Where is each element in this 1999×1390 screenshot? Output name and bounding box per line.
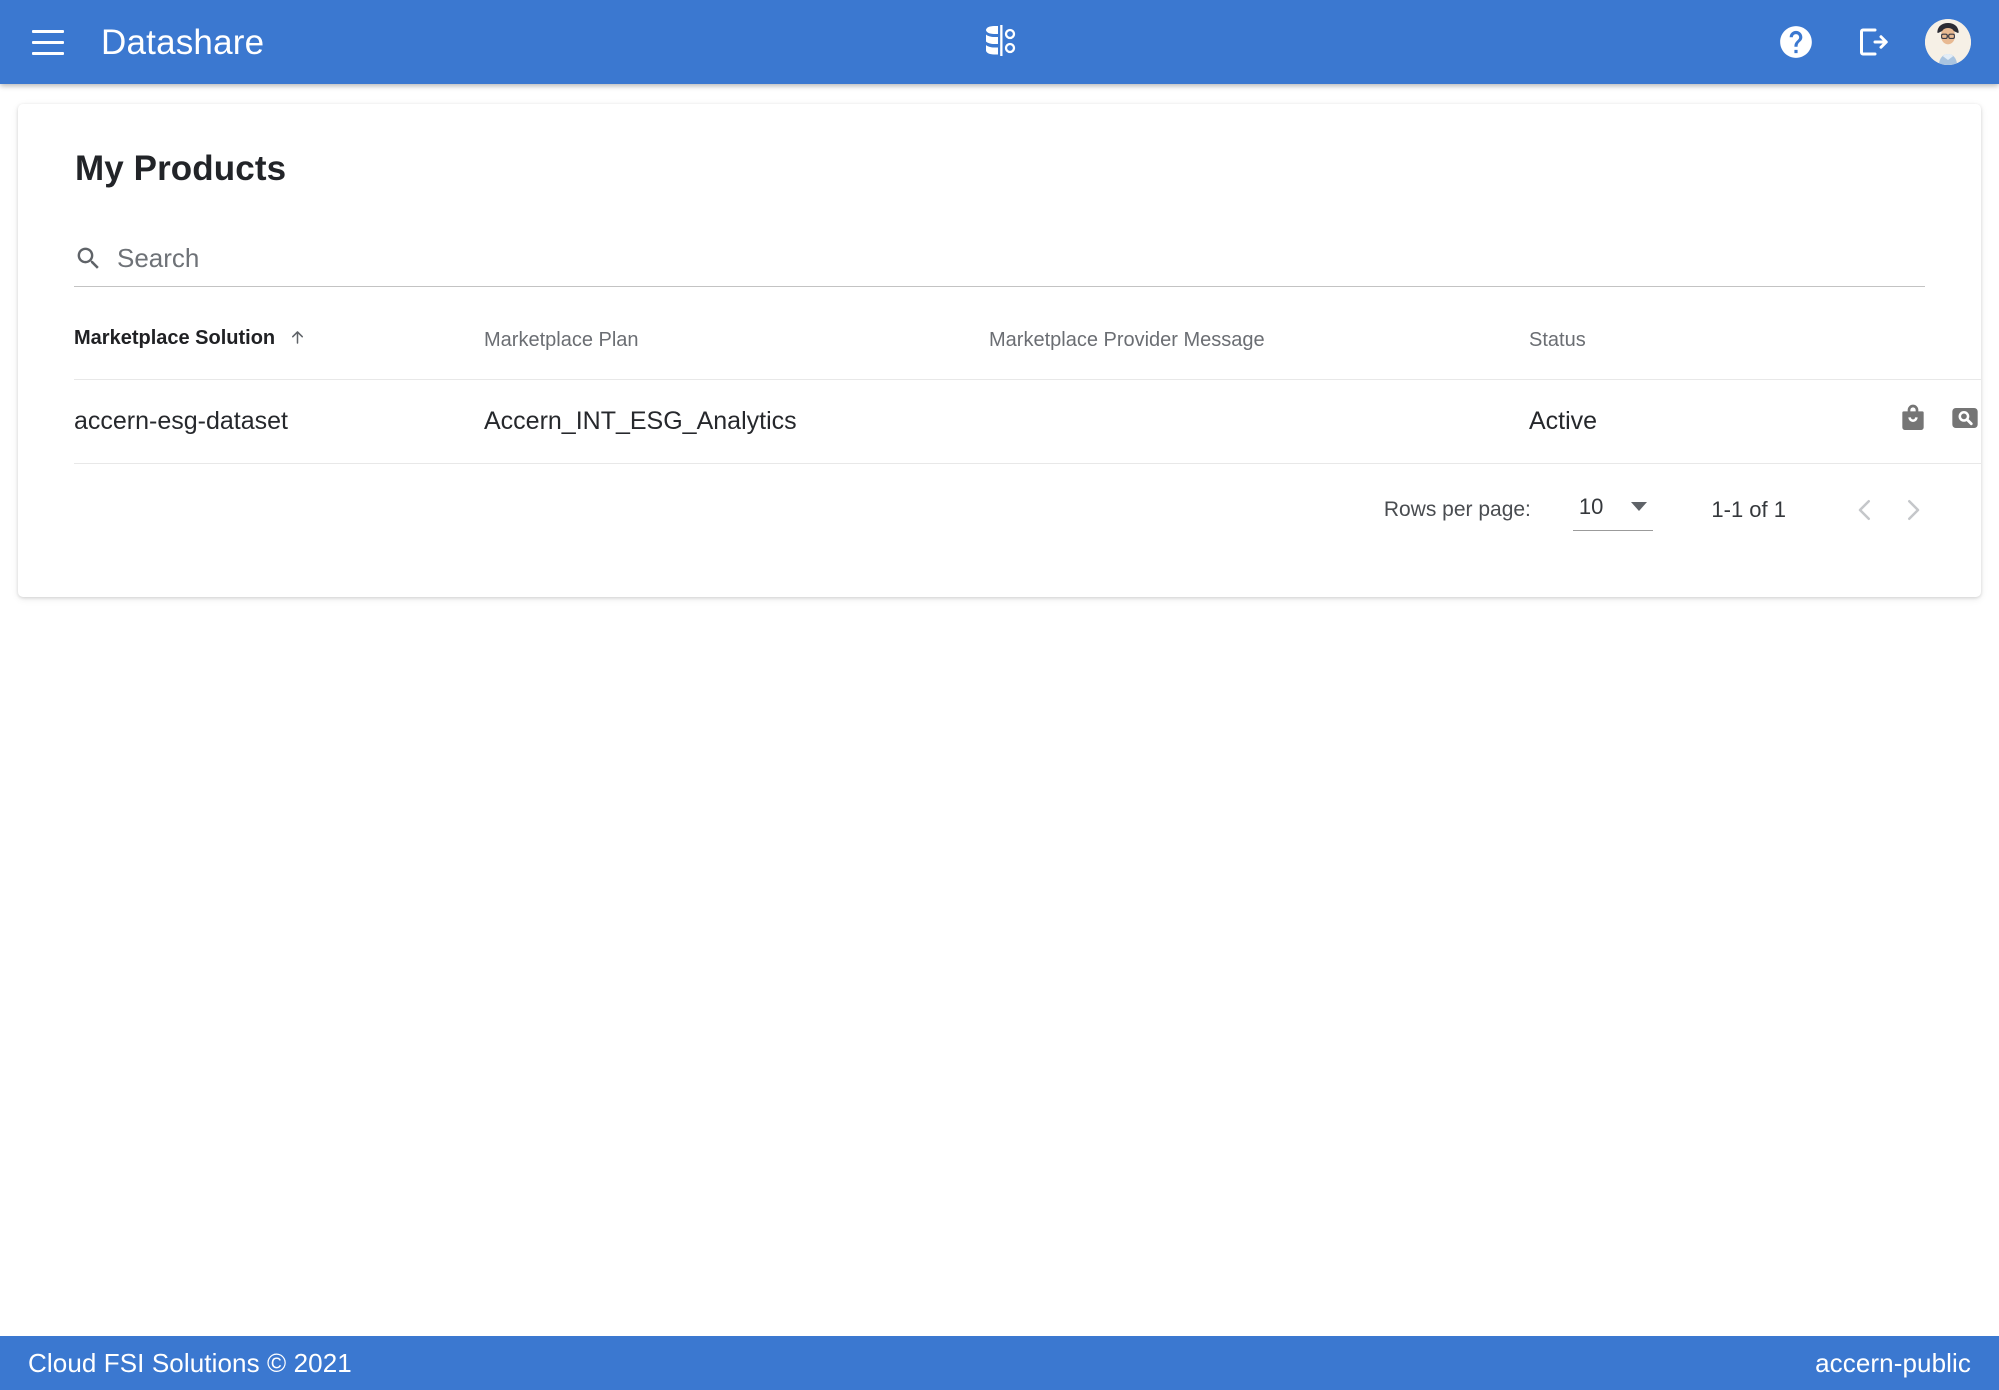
marketplace-bag-icon[interactable] (1897, 402, 1929, 441)
footer-project-name: accern-public (1815, 1347, 1971, 1378)
view-details-search-icon[interactable] (1949, 402, 1981, 441)
footer-copyright: Cloud FSI Solutions © 2021 (28, 1347, 352, 1378)
cell-marketplace-provider-message (989, 380, 1529, 464)
column-header-marketplace-plan[interactable]: Marketplace Plan (484, 317, 989, 380)
user-avatar[interactable] (1925, 19, 1971, 65)
search-icon (74, 244, 103, 278)
column-header-actions (1779, 317, 1981, 380)
cell-status: Active (1529, 407, 1598, 435)
menu-bar-3 (32, 51, 64, 55)
cell-marketplace-plan: Accern_INT_ESG_Analytics (484, 407, 797, 435)
my-products-card: My Products Marketplace Solution M (18, 104, 1981, 597)
column-header-marketplace-solution[interactable]: Marketplace Solution (74, 317, 484, 380)
datashare-database-logo (977, 19, 1023, 65)
table-body: accern-esg-dataset Accern_INT_ESG_Analyt… (74, 379, 1981, 464)
next-page-button[interactable] (1889, 486, 1937, 534)
table-header-row: Marketplace Solution Marketplace Plan Ma… (74, 317, 1981, 380)
cell-actions (1779, 380, 1981, 464)
top-app-bar: Datashare (0, 0, 1999, 84)
search-field[interactable] (74, 235, 1925, 287)
page-title: My Products (75, 149, 287, 188)
products-table: Marketplace Solution Marketplace Plan Ma… (74, 317, 1981, 464)
table-row[interactable]: accern-esg-dataset Accern_INT_ESG_Analyt… (74, 379, 1981, 464)
column-header-status[interactable]: Status (1529, 317, 1779, 380)
menu-bar-1 (32, 29, 64, 33)
sort-ascending-arrow-icon (288, 328, 307, 353)
footer-bar: Cloud FSI Solutions © 2021 accern-public (0, 1336, 1999, 1390)
column-header-marketplace-provider-message[interactable]: Marketplace Provider Message (989, 317, 1529, 380)
paginator: Rows per page: 10 1-1 of 1 (18, 464, 1981, 556)
appbar-actions (1773, 19, 1971, 65)
logout-icon[interactable] (1849, 19, 1895, 65)
previous-page-button[interactable] (1841, 486, 1889, 534)
menu-bar-2 (32, 40, 64, 44)
table-header: Marketplace Solution Marketplace Plan Ma… (74, 317, 1981, 380)
rows-per-page-select[interactable]: 10 (1572, 490, 1654, 531)
app-title: Datashare (101, 22, 265, 62)
hamburger-menu-icon[interactable] (18, 12, 78, 72)
rows-per-page-label: Rows per page: (1383, 498, 1531, 521)
rows-per-page-value: 10 (1578, 493, 1604, 519)
column-header-label: Marketplace Solution (74, 327, 276, 349)
chevron-down-icon (1631, 502, 1648, 511)
help-circle-icon[interactable] (1773, 19, 1819, 65)
search-input[interactable] (117, 243, 1925, 278)
cell-marketplace-solution: accern-esg-dataset (74, 407, 289, 435)
row-actions (1779, 402, 1981, 441)
pagination-range-label: 1-1 of 1 (1711, 497, 1786, 522)
